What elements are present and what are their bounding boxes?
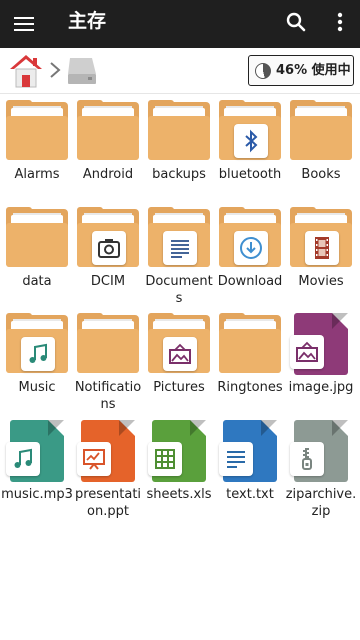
file-icon	[217, 420, 283, 482]
file-icon	[146, 420, 212, 482]
page-title: 主存	[68, 10, 107, 32]
item-label: Alarms	[14, 167, 60, 182]
item-label: Ringtones	[217, 380, 283, 395]
file-item-music-mp3[interactable]: music.mp3	[1, 420, 73, 524]
menu-icon[interactable]	[12, 12, 36, 36]
folder-icon	[4, 207, 70, 269]
folder-item-pictures[interactable]: Pictures	[144, 313, 214, 417]
app-bar: 主存	[0, 0, 360, 48]
folder-item-ringtones[interactable]: Ringtones	[215, 313, 285, 417]
folder-item-books[interactable]: Books	[286, 100, 356, 204]
picture-icon	[163, 337, 197, 371]
folder-icon	[217, 100, 283, 162]
item-label: DCIM	[90, 274, 126, 289]
zip-icon	[290, 442, 324, 476]
storage-usage-badge: 46% 使用中	[248, 55, 354, 86]
item-label: Notifications	[74, 380, 142, 412]
folder-item-music[interactable]: Music	[2, 313, 72, 417]
download-icon	[234, 231, 268, 265]
folder-item-android[interactable]: Android	[73, 100, 143, 204]
file-item-sheets-xls[interactable]: sheets.xls	[144, 420, 214, 524]
folder-icon	[146, 207, 212, 269]
bluetooth-icon	[234, 124, 268, 158]
file-item-presentation-ppt[interactable]: presentation.ppt	[73, 420, 143, 524]
file-item-image-jpg[interactable]: image.jpg	[286, 313, 356, 417]
item-label: bluetooth	[218, 167, 282, 182]
item-label: backups	[152, 167, 206, 182]
storage-drive-icon[interactable]	[66, 54, 100, 88]
spreadsheet-icon	[148, 442, 182, 476]
folder-icon	[146, 313, 212, 375]
folder-item-bluetooth[interactable]: bluetooth	[215, 100, 285, 204]
item-label: Android	[82, 167, 134, 182]
file-icon	[288, 313, 354, 375]
folder-item-data[interactable]: data	[2, 207, 72, 311]
text-lines-icon	[219, 442, 253, 476]
folder-icon	[75, 207, 141, 269]
film-icon	[305, 231, 339, 265]
music-note-icon	[21, 337, 55, 371]
breadcrumb: 46% 使用中	[0, 48, 360, 94]
file-item-text-txt[interactable]: text.txt	[215, 420, 285, 524]
storage-usage-label: 46% 使用中	[276, 63, 351, 78]
picture-icon	[290, 335, 324, 369]
folder-icon	[217, 313, 283, 375]
item-label: Documents	[145, 274, 213, 306]
folder-icon	[288, 207, 354, 269]
folder-item-movies[interactable]: Movies	[286, 207, 356, 311]
folder-icon	[75, 100, 141, 162]
item-label: Pictures	[153, 380, 205, 395]
file-item-ziparchive-zip[interactable]: ziparchive.zip	[286, 420, 356, 524]
music-note-icon	[6, 442, 40, 476]
more-options-icon[interactable]	[328, 10, 352, 34]
item-label: sheets.xls	[146, 487, 212, 502]
folder-icon	[146, 100, 212, 162]
item-label: Movies	[298, 274, 344, 289]
chevron-right-icon	[48, 60, 62, 80]
folder-item-notifications[interactable]: Notifications	[73, 313, 143, 417]
search-icon[interactable]	[284, 10, 308, 34]
item-label: Download	[217, 274, 283, 289]
item-label: data	[22, 274, 52, 289]
item-label: Music	[18, 380, 56, 395]
file-icon	[288, 420, 354, 482]
folder-item-documents[interactable]: Documents	[144, 207, 214, 311]
folder-icon	[4, 313, 70, 375]
folder-icon	[288, 100, 354, 162]
item-label: presentation.ppt	[74, 487, 142, 519]
folder-item-alarms[interactable]: Alarms	[2, 100, 72, 204]
folder-icon	[4, 100, 70, 162]
item-label: text.txt	[226, 487, 274, 502]
item-label: Books	[301, 167, 341, 182]
file-icon	[75, 420, 141, 482]
folder-item-dcim[interactable]: DCIM	[73, 207, 143, 311]
folder-item-backups[interactable]: backups	[144, 100, 214, 204]
item-label: ziparchive.zip	[285, 487, 357, 519]
camera-icon	[92, 231, 126, 265]
storage-pie-icon	[255, 63, 271, 79]
document-icon	[163, 231, 197, 265]
presentation-icon	[77, 442, 111, 476]
file-icon	[4, 420, 70, 482]
folder-icon	[75, 313, 141, 375]
item-label: image.jpg	[288, 380, 354, 395]
folder-icon	[217, 207, 283, 269]
home-icon[interactable]	[8, 52, 44, 90]
folder-item-download[interactable]: Download	[215, 207, 285, 311]
item-label: music.mp3	[1, 487, 73, 502]
